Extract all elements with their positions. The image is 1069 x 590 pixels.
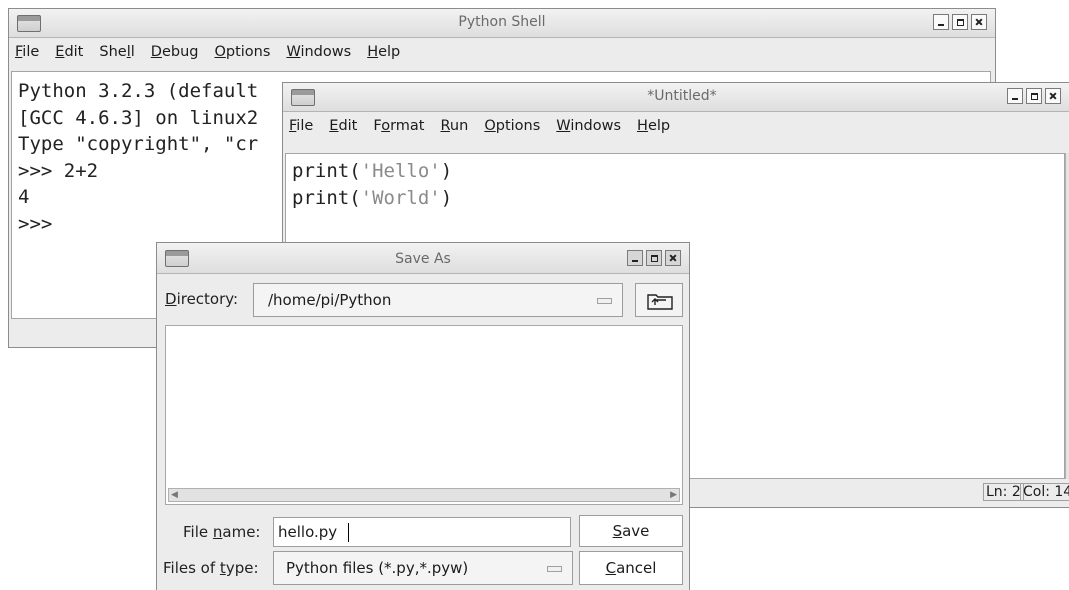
vertical-scrollbar[interactable] — [1065, 153, 1069, 479]
cancel-button[interactable]: Cancel — [579, 551, 683, 585]
text-cursor — [348, 523, 349, 542]
untitled-menu-windows[interactable]: Windows — [556, 118, 621, 134]
filetype-value: Python files (*.py,*.pyw) — [286, 559, 469, 577]
shell-menu-edit[interactable]: Edit — [55, 44, 83, 60]
shell-titlebar[interactable]: Python Shell — [9, 9, 995, 38]
untitled-menu-file[interactable]: File — [289, 118, 313, 134]
save-as-title: Save As — [395, 251, 451, 267]
untitled-titlebar[interactable]: *Untitled* — [283, 83, 1069, 112]
shell-menubar: File Edit Shell Debug Options Windows Help — [9, 38, 995, 66]
shell-menu-options[interactable]: Options — [214, 44, 270, 60]
close-button[interactable] — [665, 250, 681, 266]
shell-menu-file[interactable]: File — [15, 44, 39, 60]
filename-input[interactable]: hello.py — [273, 517, 571, 547]
shell-menu-debug[interactable]: Debug — [151, 44, 199, 60]
save-as-dialog: Save As Directory: /home/pi/Python ◀ ▶ F… — [156, 242, 690, 590]
scroll-left-icon[interactable]: ◀ — [171, 490, 178, 500]
filename-value: hello.py — [278, 523, 338, 541]
dropdown-arrow-icon — [547, 566, 562, 572]
close-button[interactable] — [971, 14, 987, 30]
directory-value: /home/pi/Python — [268, 291, 392, 309]
minimize-button[interactable] — [1007, 88, 1023, 104]
shell-menu-shell[interactable]: Shell — [99, 44, 134, 60]
minimize-button[interactable] — [933, 14, 949, 30]
untitled-menubar: File Edit Format Run Options Windows Help — [283, 112, 1069, 140]
untitled-menu-help[interactable]: Help — [637, 118, 670, 134]
filetype-combobox[interactable]: Python files (*.py,*.pyw) — [273, 551, 573, 585]
untitled-menu-options[interactable]: Options — [484, 118, 540, 134]
directory-label: Directory: — [165, 290, 239, 308]
file-list[interactable]: ◀ ▶ — [165, 325, 683, 505]
filetype-label: Files of type: — [163, 559, 259, 577]
minimize-button[interactable] — [627, 250, 643, 266]
code-line: print('Hello') — [292, 160, 453, 182]
status-line: Ln: 2 — [983, 483, 1024, 501]
horizontal-scrollbar[interactable]: ◀ ▶ — [168, 488, 680, 502]
maximize-button[interactable] — [646, 250, 662, 266]
parent-directory-button[interactable] — [635, 283, 683, 317]
code-line: print('World') — [292, 186, 453, 209]
shell-title: Python Shell — [458, 14, 546, 30]
filename-label: File name: — [183, 523, 261, 541]
scroll-right-icon[interactable]: ▶ — [670, 490, 677, 500]
untitled-title: *Untitled* — [647, 88, 717, 104]
shell-menu-windows[interactable]: Windows — [286, 44, 351, 60]
directory-combobox[interactable]: /home/pi/Python — [253, 283, 623, 317]
maximize-button[interactable] — [952, 14, 968, 30]
status-col: Col: 14 — [1020, 483, 1069, 501]
untitled-menu-edit[interactable]: Edit — [329, 118, 357, 134]
folder-up-icon — [647, 294, 673, 310]
save-button[interactable]: Save — [579, 515, 683, 547]
save-as-titlebar[interactable]: Save As — [157, 243, 689, 274]
maximize-button[interactable] — [1026, 88, 1042, 104]
untitled-menu-format[interactable]: Format — [373, 118, 424, 134]
close-button[interactable] — [1045, 88, 1061, 104]
dropdown-arrow-icon — [597, 298, 612, 304]
untitled-menu-run[interactable]: Run — [440, 118, 468, 134]
shell-menu-help[interactable]: Help — [367, 44, 400, 60]
